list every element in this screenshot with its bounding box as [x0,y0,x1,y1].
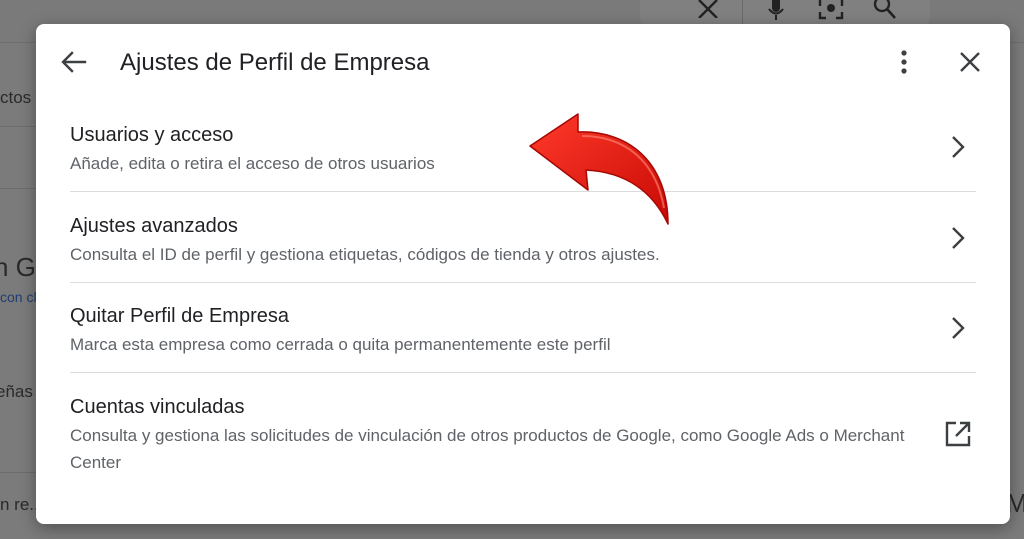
settings-item-linked-accounts[interactable]: Cuentas vinculadas Consulta y gestiona l… [70,392,976,492]
more-options-button[interactable] [890,48,918,80]
item-divider [70,372,976,373]
open-in-new-icon [944,420,972,448]
background-clear-icon [696,0,720,22]
item-divider [70,282,976,283]
settings-item-advanced[interactable]: Ajustes avanzados Consulta el ID de perf… [70,211,976,281]
settings-item-users-access[interactable]: Usuarios y acceso Añade, edita o retira … [70,120,976,190]
arrow-back-icon [61,50,87,78]
dialog-header: Ajustes de Perfil de Empresa [36,24,1010,102]
settings-item-remove-profile[interactable]: Quitar Perfil de Empresa Marca esta empr… [70,301,976,371]
dialog-title: Ajustes de Perfil de Empresa [120,49,430,76]
chevron-right-icon [946,135,968,159]
item-description: Consulta el ID de perfil y gestiona etiq… [70,245,660,264]
item-title: Ajustes avanzados [70,215,238,237]
background-text: n G [0,252,36,282]
close-icon [959,51,981,78]
item-title: Cuentas vinculadas [70,396,245,418]
item-description: Añade, edita o retira el acceso de otros… [70,154,435,173]
item-divider [70,191,976,192]
background-link: con cl [0,289,37,305]
back-button[interactable] [58,48,90,80]
close-button[interactable] [954,48,986,80]
business-profile-settings-dialog: Ajustes de Perfil de Empresa Usuarios y … [36,24,1010,524]
background-lens-icon [818,0,844,24]
background-divider [0,126,40,127]
background-divider [0,188,40,189]
chevron-right-icon [946,316,968,340]
item-title: Quitar Perfil de Empresa [70,305,289,327]
background-text: eñas [0,382,33,401]
background-mic-icon [764,0,788,24]
more-vert-icon [900,49,908,79]
item-description: Consulta y gestiona las solicitudes de v… [70,426,905,472]
background-divider [0,472,40,473]
background-search-icon [872,0,898,26]
item-description: Marca esta empresa como cerrada o quita … [70,335,611,354]
item-title: Usuarios y acceso [70,124,234,146]
chevron-right-icon [946,226,968,250]
background-text: ctos [0,88,32,107]
